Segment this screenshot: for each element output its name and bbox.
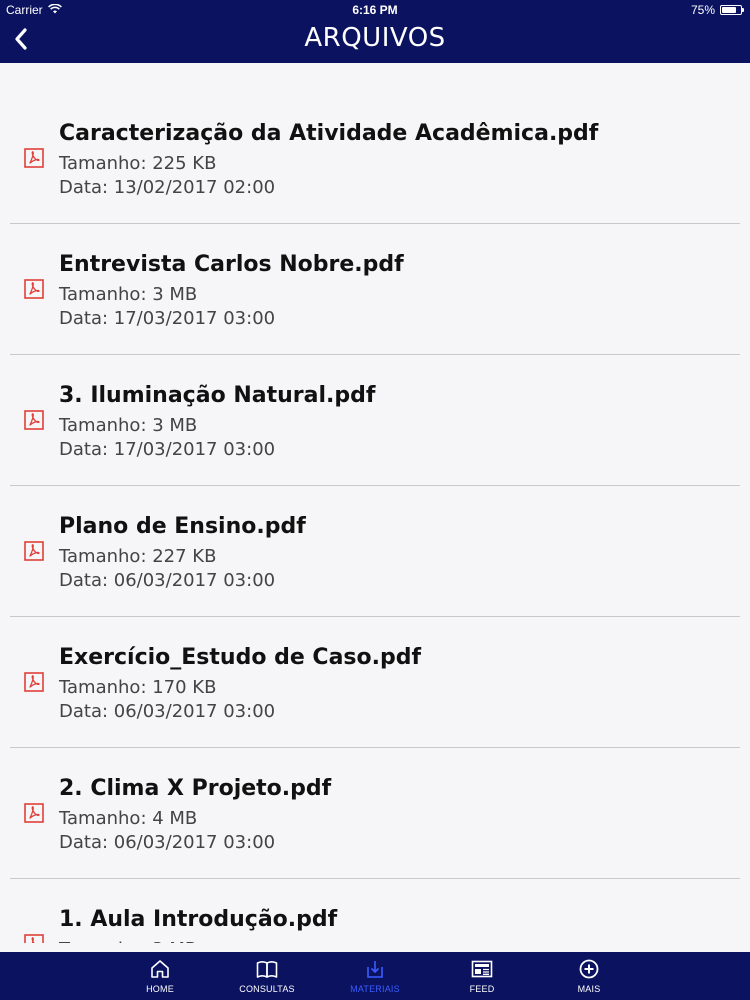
- tab-home[interactable]: HOME: [120, 952, 200, 1000]
- tab-label: HOME: [146, 984, 174, 994]
- file-size: Tamanho: 170 KB: [59, 677, 217, 698]
- status-time: 6:16 PM: [352, 3, 398, 17]
- book-icon: [227, 958, 307, 980]
- file-list[interactable]: Caracterização da Atividade Acadêmica.pd…: [0, 63, 750, 943]
- status-bar: Carrier 6:16 PM 75%: [0, 0, 750, 20]
- file-size: Tamanho: 3 MB: [59, 939, 197, 943]
- pdf-file-icon: [24, 279, 44, 299]
- battery-level-fill: [722, 7, 736, 13]
- file-name: Entrevista Carlos Nobre.pdf: [59, 252, 404, 277]
- file-size: Tamanho: 4 MB: [59, 808, 198, 829]
- home-icon: [120, 958, 200, 980]
- file-row[interactable]: Plano de Ensino.pdf Tamanho: 227 KB Data: …: [10, 486, 740, 617]
- tab-feed[interactable]: FEED: [442, 952, 522, 1000]
- file-row[interactable]: 3. Iluminação Natural.pdf Tamanho: 3 MB Da…: [10, 355, 740, 486]
- file-name: 1. Aula Introdução.pdf: [59, 907, 338, 932]
- plus-circle-icon: [549, 958, 629, 980]
- battery-percent: 75%: [690, 3, 715, 17]
- back-button[interactable]: [4, 24, 38, 58]
- chevron-left-icon: [13, 28, 29, 54]
- pdf-file-icon: [24, 410, 44, 430]
- file-date: Data: 17/03/2017 03:00: [59, 439, 276, 460]
- file-name: 3. Iluminação Natural.pdf: [59, 383, 376, 408]
- file-name: Caracterização da Atividade Acadêmica.pd…: [59, 121, 599, 146]
- tab-materiais[interactable]: MATERIAIS: [335, 952, 415, 1000]
- file-row[interactable]: Exercício_Estudo de Caso.pdf Tamanho: 170…: [10, 617, 740, 748]
- tab-consultas[interactable]: CONSULTAS: [227, 952, 307, 1000]
- file-size: Tamanho: 3 MB: [59, 415, 198, 436]
- pdf-file-icon: [24, 803, 44, 823]
- download-icon: [335, 958, 415, 980]
- pdf-file-icon: [24, 934, 44, 943]
- file-date: Data: 06/03/2017 03:00: [59, 701, 276, 722]
- newspaper-icon: [442, 958, 522, 980]
- pdf-file-icon: [24, 148, 44, 168]
- tab-label: FEED: [469, 984, 495, 994]
- file-name: Plano de Ensino.pdf: [59, 514, 306, 539]
- file-row[interactable]: Entrevista Carlos Nobre.pdf Tamanho: 3 MB…: [10, 224, 740, 355]
- battery-icon: [720, 5, 744, 15]
- file-date: Data: 17/03/2017 03:00: [59, 308, 276, 329]
- tab-label: MATERIAIS: [350, 984, 400, 994]
- pdf-file-icon: [24, 672, 44, 692]
- file-date: Data: 06/03/2017 03:00: [59, 832, 276, 853]
- file-date: Data: 06/03/2017 03:00: [59, 570, 276, 591]
- file-row[interactable]: 2. Clima X Projeto.pdf Tamanho: 4 MB Data:…: [10, 748, 740, 879]
- pdf-file-icon: [24, 541, 44, 561]
- tab-bar: HOME CONSULTAS MATERIAIS FEED MAIS: [0, 952, 750, 1000]
- tab-mais[interactable]: MAIS: [549, 952, 629, 1000]
- file-date: Data: 13/02/2017 02:00: [59, 177, 276, 198]
- file-name: 2. Clima X Projeto.pdf: [59, 776, 332, 801]
- file-size: Tamanho: 227 KB: [59, 546, 217, 567]
- navigation-bar: ARQUIVOS: [0, 20, 750, 63]
- page-title: ARQUIVOS: [304, 23, 446, 53]
- file-size: Tamanho: 225 KB: [59, 153, 217, 174]
- tab-label: MAIS: [577, 984, 601, 994]
- file-name: Exercício_Estudo de Caso.pdf: [59, 645, 422, 670]
- tab-label: CONSULTAS: [239, 984, 295, 994]
- file-size: Tamanho: 3 MB: [59, 284, 198, 305]
- file-row[interactable]: Caracterização da Atividade Acadêmica.pd…: [10, 93, 740, 224]
- file-row[interactable]: 1. Aula Introdução.pdfTamanho: 3 MBData:…: [10, 879, 740, 943]
